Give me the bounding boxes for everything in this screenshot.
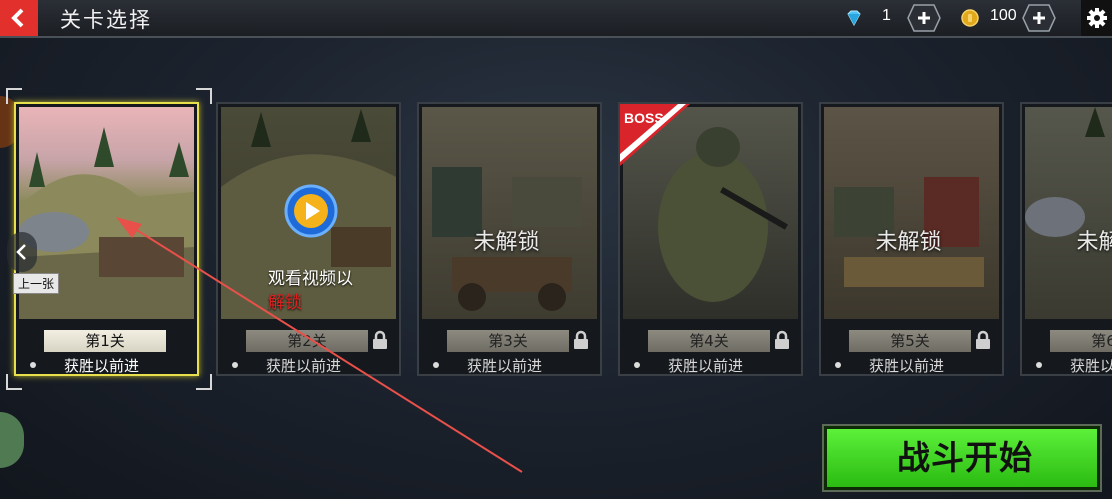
coin-icon [961, 9, 979, 27]
side-decoration-bottom [0, 412, 24, 468]
objective-bullet [835, 362, 841, 368]
locked-text: 未解锁 [875, 230, 942, 255]
level-5-scene [824, 107, 999, 319]
back-button[interactable] [0, 0, 38, 36]
start-battle-label: 战斗开始 [897, 438, 1033, 477]
gear-icon [1086, 8, 1107, 28]
play-video-icon[interactable] [284, 184, 338, 238]
level-6-scene [1025, 107, 1112, 319]
top-bar: 关卡选择 1 100 [0, 0, 1112, 38]
prev-page-button[interactable] [7, 232, 37, 272]
level-card-6[interactable]: 未解锁 第6关 获胜以前进 [1020, 102, 1112, 376]
level-card-3[interactable]: 未解锁 第3关 获胜以前进 [417, 102, 602, 376]
objective-bullet [30, 362, 36, 368]
level-label: 第6关 [1050, 330, 1112, 352]
card-clip: 未解锁 第6关 获胜以前进 [1020, 102, 1112, 376]
lock-icon [373, 330, 387, 349]
start-battle-button[interactable]: 战斗开始 [822, 424, 1102, 492]
lock-icon [976, 330, 990, 349]
selection-corner [6, 374, 22, 390]
watch-video-text: 观看视频以 [268, 269, 353, 289]
objective-bullet [232, 362, 238, 368]
level-label: 第1关 [44, 330, 166, 352]
unlock-text: 解锁 [268, 293, 302, 313]
objective-bullet [1036, 362, 1042, 368]
diamond-icon [847, 10, 861, 27]
settings-button[interactable] [1081, 0, 1112, 36]
level-label: 第2关 [246, 330, 368, 352]
level-objective: 获胜以前进 [64, 357, 140, 375]
boss-badge: BOSS [624, 110, 664, 126]
add-gems-button[interactable] [907, 4, 941, 32]
level-5-image [834, 177, 984, 287]
level-card-1[interactable]: 第1关 获胜以前进 [14, 102, 199, 376]
gem-count: 1 [882, 7, 891, 24]
chevron-left-icon [16, 244, 26, 260]
level-objective: 获胜以前进 [467, 357, 543, 375]
selection-corner [196, 88, 212, 104]
level-3-image [432, 167, 582, 311]
level-objective: 获胜以前进 [266, 357, 342, 375]
page-title: 关卡选择 [60, 8, 152, 32]
objective-bullet [433, 362, 439, 368]
level-card-5[interactable]: 未解锁 第5关 获胜以前进 [819, 102, 1004, 376]
selection-corner [6, 88, 22, 104]
level-objective: 获胜以前进 [1070, 357, 1112, 375]
level-3-scene [422, 107, 597, 319]
objective-bullet [634, 362, 640, 368]
level-card-2[interactable]: 观看视频以 解锁 第2关 获胜以前进 [216, 102, 401, 376]
add-coins-button[interactable] [1022, 4, 1056, 32]
level-label: 第3关 [447, 330, 569, 352]
prev-tooltip: 上一张 [13, 273, 60, 294]
level-objective: 获胜以前进 [668, 357, 744, 375]
level-6-image [1025, 107, 1105, 237]
level-label: 第5关 [849, 330, 971, 352]
selection-corner [196, 374, 212, 390]
level-card-4[interactable]: BOSS 第4关 获胜以前进 [618, 102, 803, 376]
locked-text: 未解锁 [473, 230, 540, 255]
locked-text: 未解锁 [1076, 230, 1112, 255]
coin-count: 100 [990, 7, 1017, 24]
level-objective: 获胜以前进 [869, 357, 945, 375]
lock-icon [775, 330, 789, 349]
lock-icon [574, 330, 588, 349]
level-label: 第4关 [648, 330, 770, 352]
back-arrow-icon [11, 8, 24, 28]
